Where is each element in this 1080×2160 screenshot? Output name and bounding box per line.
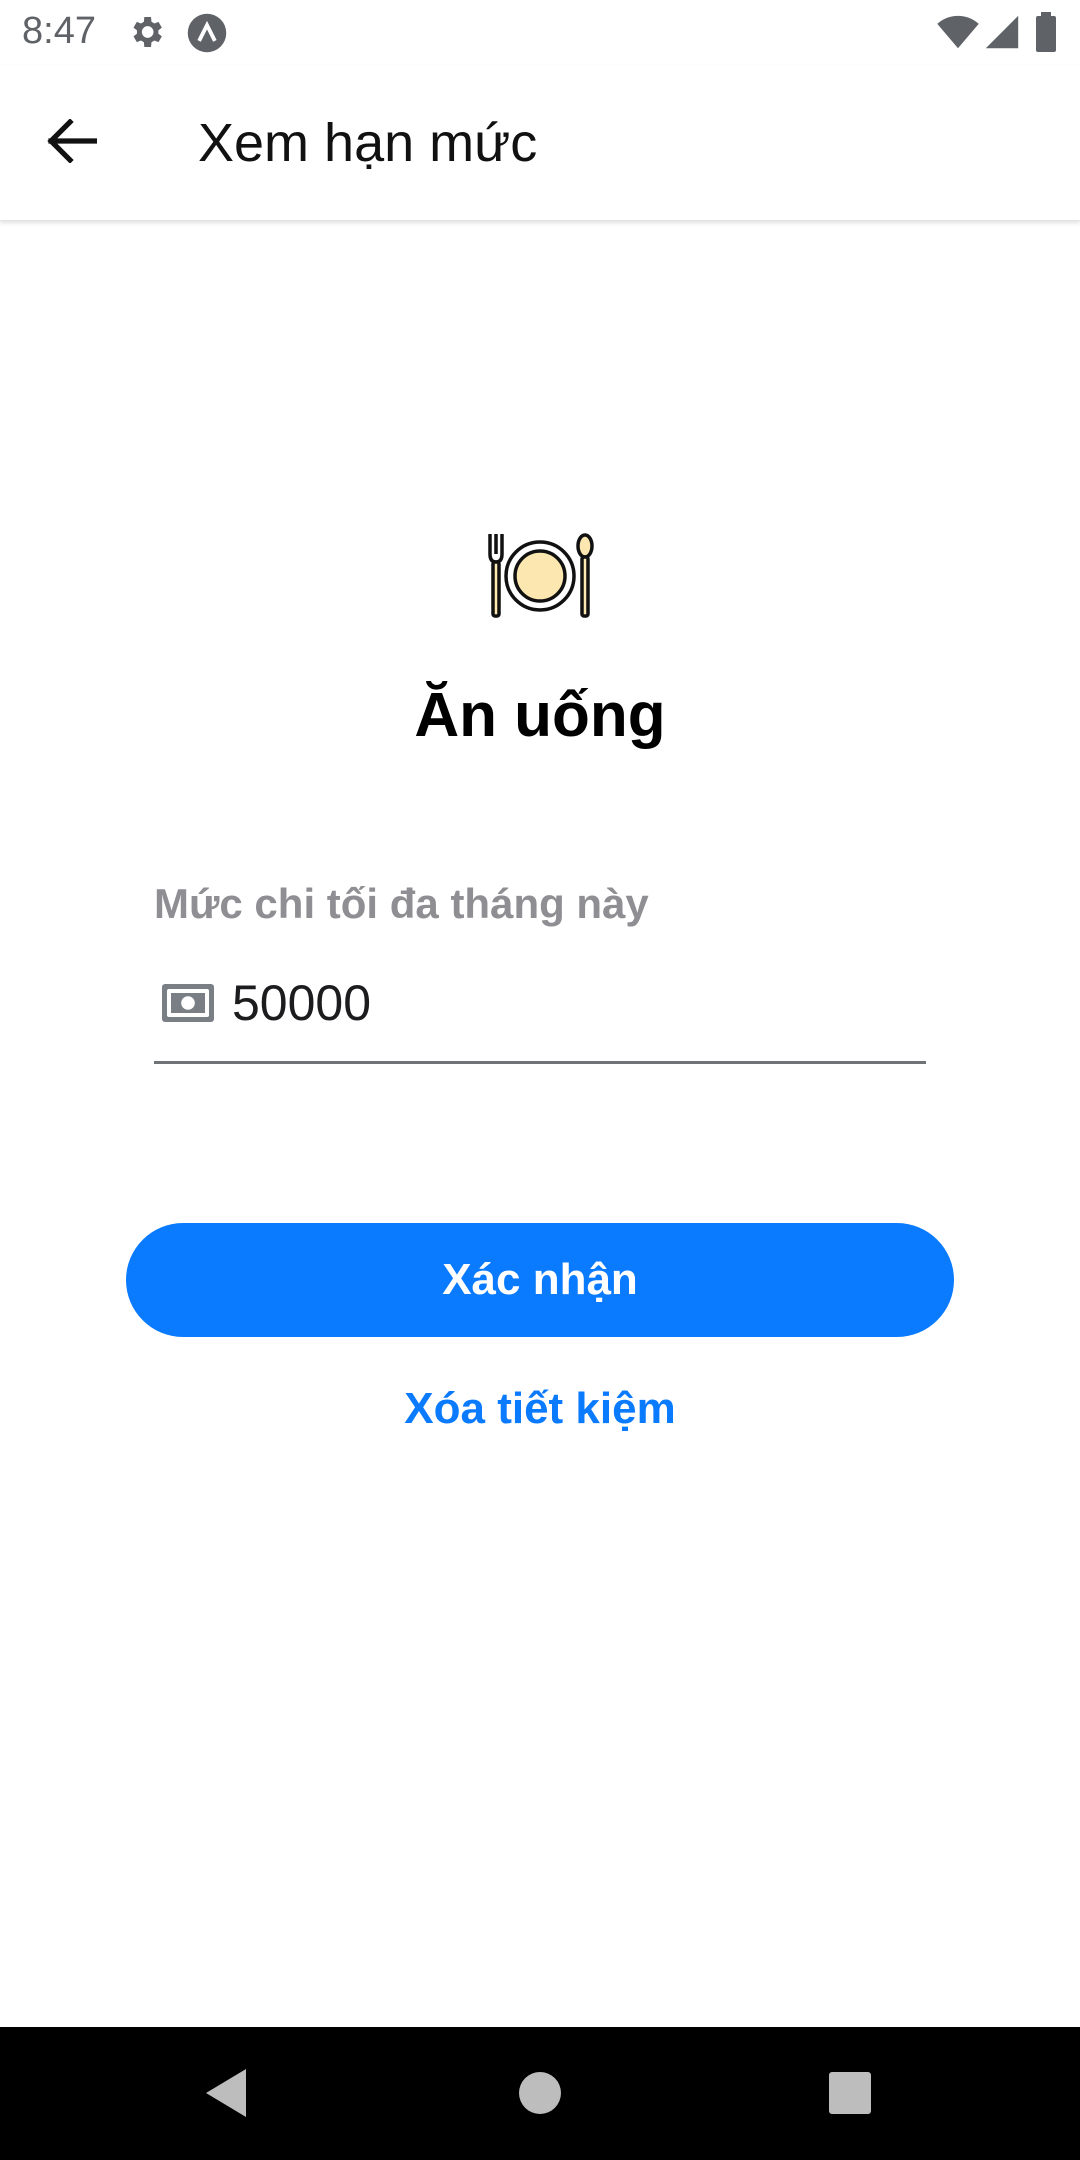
battery-icon	[1034, 12, 1058, 57]
limit-field	[154, 960, 926, 1064]
screen: 8:47 Xem hạn mức Ăn uống Mức chi tối đa …	[0, 0, 1080, 2160]
money-bill-icon	[162, 984, 214, 1022]
system-nav-bar	[0, 2027, 1080, 2160]
wifi-icon	[936, 14, 980, 55]
settings-icon	[126, 12, 166, 57]
amount-input[interactable]	[232, 968, 912, 1038]
delete-savings-link[interactable]: Xóa tiết kiệm	[0, 1384, 1080, 1434]
confirm-button[interactable]: Xác nhận	[126, 1223, 954, 1337]
status-bar: 8:47	[0, 0, 1080, 66]
page-title: Xem hạn mức	[198, 113, 538, 173]
limit-field-label: Mức chi tối đa tháng này	[154, 880, 649, 927]
home-circle-icon[interactable]	[510, 2063, 570, 2123]
app-bar: Xem hạn mức	[0, 66, 1080, 221]
cell-signal-icon	[984, 14, 1020, 55]
arrow-left-icon	[47, 117, 98, 168]
category-name: Ăn uống	[414, 681, 666, 750]
app-notification-icon	[186, 12, 228, 59]
back-button[interactable]	[24, 107, 120, 179]
status-time: 8:47	[22, 10, 96, 52]
plate-fork-spoon-icon	[482, 528, 598, 620]
back-triangle-icon[interactable]	[198, 2063, 258, 2123]
recents-square-icon[interactable]	[820, 2063, 880, 2123]
